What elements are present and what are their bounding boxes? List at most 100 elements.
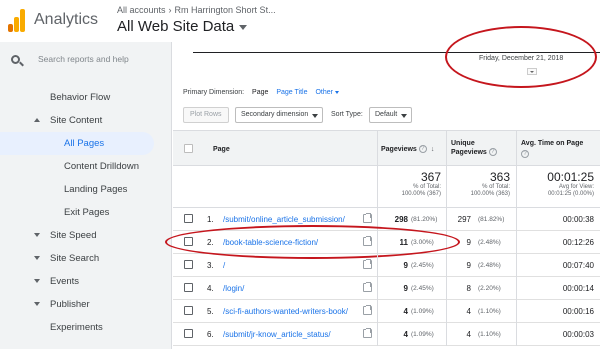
pageviews-value: 4 (403, 307, 408, 316)
total-avg-time-value: 00:01:25 (547, 170, 594, 184)
row-number: 2. (207, 238, 214, 247)
open-page-icon[interactable] (363, 305, 372, 315)
sidebar-item-site-content[interactable]: Site Content (0, 109, 172, 132)
sidebar-item-landing-pages[interactable]: Landing Pages (0, 178, 172, 201)
open-page-icon[interactable] (363, 259, 372, 269)
open-page-icon[interactable] (363, 328, 372, 338)
totals-row: 367 % of Total: 100.00% (367) 363 % of T… (173, 166, 600, 208)
table-row[interactable]: 2. /book-table-science-fiction/ 11 (3.00… (165, 225, 600, 259)
row-checkbox[interactable] (184, 260, 193, 269)
analytics-logo-icon[interactable] (8, 8, 26, 32)
pageviews-value: 9 (403, 261, 408, 270)
sidebar-item-content-drilldown[interactable]: Content Drilldown (0, 155, 172, 178)
total-pageviews-value: 367 (420, 170, 441, 184)
account-crumb-label[interactable]: All accounts (117, 5, 166, 15)
secondary-dimension-select[interactable]: Secondary dimension (235, 107, 324, 123)
dimension-option-other[interactable]: Other (315, 89, 339, 96)
open-page-icon[interactable] (363, 282, 372, 292)
sidebar-item-exit-pages[interactable]: Exit Pages (0, 201, 172, 224)
sidebar-item-publisher[interactable]: Publisher (0, 293, 172, 316)
sidebar-item-label: Site Search (50, 253, 100, 264)
app-title: Analytics (34, 11, 99, 28)
other-label: Other (315, 89, 333, 96)
pageviews-value: 298 (394, 215, 408, 224)
expand-triangle-icon (34, 279, 40, 283)
chart-series-line (193, 52, 600, 53)
page-path-link[interactable]: /submit/jr-know_article_status/ (223, 330, 331, 339)
table-row[interactable]: 1. /submit/online_article_submission/ 29… (173, 208, 600, 231)
sidebar-item-label: Experiments (50, 322, 103, 333)
dimension-option-page-title[interactable]: Page Title (276, 89, 307, 96)
caret-down-icon[interactable] (239, 24, 248, 30)
page-path-link[interactable]: /sci-fi-authors-wanted-writers-book/ (223, 307, 348, 316)
caret-down-icon (401, 114, 408, 118)
table-row[interactable]: 6. /submit/jr-know_article_status/ 4 (1.… (173, 323, 600, 346)
table-row[interactable]: 4. /login/ 9 (2.45%) 8 (2.20%) 00:00:14 (173, 277, 600, 300)
sidebar-item-label: Content Drilldown (64, 161, 139, 172)
chart-expand-caret-icon[interactable] (527, 68, 537, 75)
page-path-link[interactable]: /submit/online_article_submission/ (223, 215, 345, 224)
sidebar-item-label: Landing Pages (64, 184, 128, 195)
open-page-icon[interactable] (363, 213, 372, 223)
property-crumb-label[interactable]: Rm Harrington Short St... (175, 5, 276, 15)
total-pageviews-pct: 100.00% (367) (401, 191, 441, 197)
page-path-link[interactable]: /login/ (223, 284, 244, 293)
sort-desc-arrow-icon[interactable]: ↓ (431, 146, 435, 153)
page-path-link[interactable]: / (223, 261, 225, 270)
total-unique-value: 363 (489, 170, 510, 184)
row-checkbox[interactable] (184, 329, 193, 338)
sidebar-item-label: Events (50, 276, 80, 287)
unique-header-label-2: Pageviews (451, 149, 487, 156)
total-pageviews-pct-label: % of Total: (413, 184, 441, 190)
row-checkbox[interactable] (184, 237, 193, 246)
pageviews-pct: (3.00%) (411, 239, 434, 246)
help-icon[interactable]: ? (488, 148, 497, 157)
sidebar-item-site-search[interactable]: Site Search (0, 247, 172, 270)
pageviews-value: 9 (403, 284, 408, 293)
row-checkbox[interactable] (184, 283, 193, 292)
sidebar-item-experiments[interactable]: Experiments (0, 316, 172, 339)
help-icon[interactable]: ? (521, 150, 529, 158)
sort-type-select[interactable]: Default (369, 107, 413, 123)
sidebar-item-label: Behavior Flow (50, 92, 111, 103)
report-main: Friday, December 21, 2018 Primary Dimens… (165, 26, 600, 349)
sidebar-item-label: All Pages (64, 138, 105, 149)
open-page-icon[interactable] (363, 236, 372, 246)
avg-time-value: 00:00:16 (562, 307, 594, 316)
total-unique-pct: 100.00% (363) (470, 191, 510, 197)
row-checkbox[interactable] (184, 214, 193, 223)
sidebar-search[interactable] (0, 48, 172, 76)
unique-pageviews-pct: (1.10%) (478, 308, 501, 315)
page-path-link[interactable]: /book-table-science-fiction/ (223, 238, 318, 247)
pageviews-pct: (1.09%) (411, 308, 434, 315)
row-checkbox[interactable] (184, 306, 193, 315)
help-icon[interactable]: ? (418, 145, 427, 154)
report-nav: Behavior Flow Site Content All Pages Con… (0, 86, 172, 339)
chevron-right-icon: › (168, 5, 172, 15)
account-breadcrumb[interactable]: All accounts › Rm Harrington Short St... (117, 5, 276, 15)
row-number: 4. (207, 284, 214, 293)
sidebar-item-all-pages[interactable]: All Pages (0, 132, 154, 155)
pageviews-pct: (1.09%) (411, 331, 434, 338)
plot-rows-button[interactable]: Plot Rows (183, 107, 229, 123)
dimension-option-page[interactable]: Page (252, 89, 268, 96)
sidebar-item-site-speed[interactable]: Site Speed (0, 224, 172, 247)
collapse-triangle-icon (34, 118, 40, 122)
unique-pageviews-value: 4 (466, 307, 471, 316)
select-all-checkbox[interactable] (184, 144, 193, 153)
search-input[interactable] (38, 54, 166, 64)
caret-down-icon (312, 114, 319, 118)
unique-pageviews-pct: (2.20%) (478, 285, 501, 292)
sidebar-item-label: Publisher (50, 299, 90, 310)
view-name-label[interactable]: All Web Site Data (117, 18, 234, 35)
pageviews-pct: (2.45%) (411, 285, 434, 292)
sidebar: Behavior Flow Site Content All Pages Con… (0, 42, 172, 349)
unique-pageviews-value: 9 (466, 261, 471, 270)
table-row[interactable]: 5. /sci-fi-authors-wanted-writers-book/ … (173, 300, 600, 323)
date-tooltip: Friday, December 21, 2018 (479, 55, 564, 62)
sidebar-item-behavior-flow[interactable]: Behavior Flow (0, 86, 172, 109)
avg-time-value: 00:00:03 (562, 330, 594, 339)
view-selector[interactable]: All Web Site Data (117, 18, 248, 35)
sidebar-item-events[interactable]: Events (0, 270, 172, 293)
table-row[interactable]: 3. / 9 (2.45%) 9 (2.48%) 00:07:40 (173, 254, 600, 277)
